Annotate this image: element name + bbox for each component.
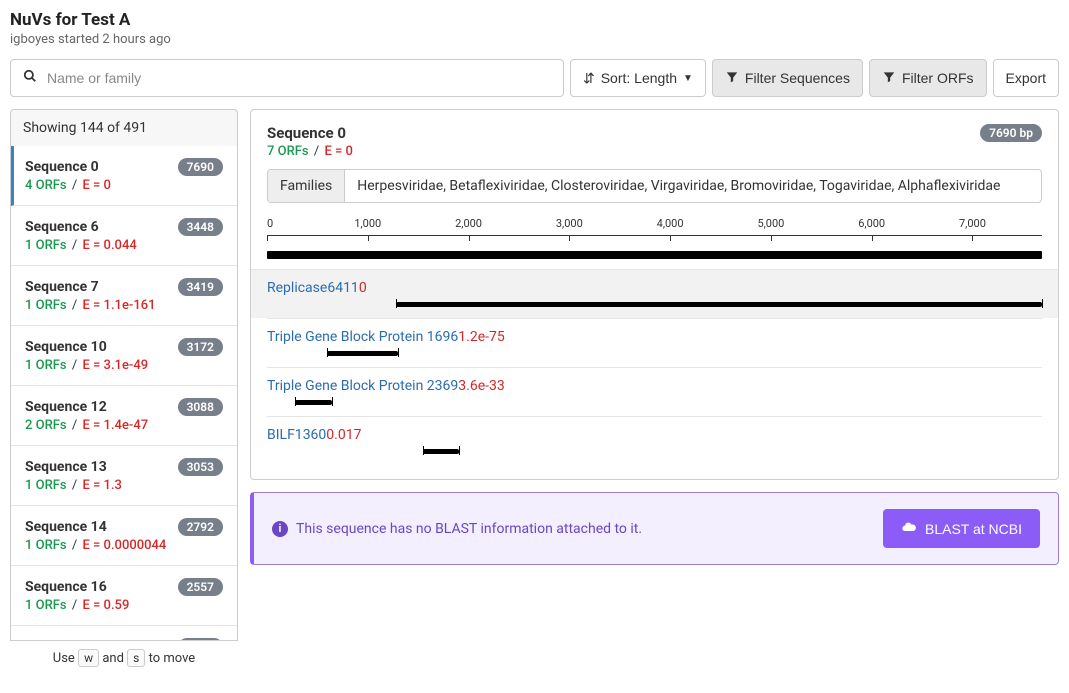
list-item[interactable]: Sequence 12 3088 2 ORFs / E = 1.4e-47 xyxy=(11,386,237,446)
families-value: Herpesviridae, Betaflexiviridae, Closter… xyxy=(345,170,1041,202)
chevron-down-icon: ▼ xyxy=(683,73,693,84)
detail-panel: Sequence 0 7 ORFs / E = 0 7690 bp Famili… xyxy=(250,109,1059,480)
seq-length-badge: 3053 xyxy=(178,458,223,476)
seq-name: Sequence 14 xyxy=(25,519,107,535)
cloud-icon xyxy=(901,519,917,538)
search-icon xyxy=(23,69,37,87)
orf-row[interactable]: Triple Gene Block Protein 23693.6e-33 xyxy=(267,367,1042,416)
seq-length-badge: 3419 xyxy=(178,278,223,296)
orf-row[interactable]: Replicase64110 xyxy=(251,269,1058,318)
orf-row[interactable]: BILF13600.017 xyxy=(267,416,1042,465)
page-header: NuVs for Test A igboyes started 2 hours … xyxy=(10,10,1059,47)
seq-meta: 4 ORFs / E = 0 xyxy=(25,178,223,193)
orf-track xyxy=(267,300,1042,312)
seq-name: Sequence 13 xyxy=(25,459,107,475)
ruler: 01,0002,0003,0004,0005,0006,0007,000 xyxy=(267,217,1042,247)
list-item[interactable]: Sequence 13 3053 1 ORFs / E = 1.3 xyxy=(11,446,237,506)
orf-label: BILF13600.017 xyxy=(267,427,1042,443)
seq-name: Sequence 16 xyxy=(25,579,107,595)
seq-name: Sequence 7 xyxy=(25,279,99,295)
seq-length-badge: 7690 xyxy=(178,158,223,176)
search-input[interactable] xyxy=(47,70,551,86)
list-count: Showing 144 of 491 xyxy=(10,109,238,146)
seq-meta: 1 ORFs / E = 0.044 xyxy=(25,238,223,253)
seq-name: Sequence 0 xyxy=(25,159,99,175)
orf-track xyxy=(267,447,1042,459)
seq-name: Sequence 10 xyxy=(25,339,107,355)
list-item[interactable]: Sequence 14 2792 1 ORFs / E = 0.0000044 xyxy=(11,506,237,566)
detail-title: Sequence 0 xyxy=(267,124,353,142)
seq-name: Sequence 12 xyxy=(25,399,107,415)
export-button[interactable]: Export xyxy=(993,59,1059,97)
seq-name: Sequence 18 xyxy=(25,639,107,641)
families-row: Families Herpesviridae, Betaflexiviridae… xyxy=(267,169,1042,203)
seq-length-badge: 3448 xyxy=(178,218,223,236)
toolbar: ⇵ Sort: Length ▼ Filter Sequences Filter… xyxy=(10,59,1059,97)
sort-icon: ⇵ xyxy=(583,70,595,87)
seq-length-badge: 3172 xyxy=(178,338,223,356)
seq-meta: 1 ORFs / E = 1.3 xyxy=(25,478,223,493)
filter-orfs-button[interactable]: Filter ORFs xyxy=(869,59,987,97)
page-title: NuVs for Test A xyxy=(10,10,1059,30)
orf-track xyxy=(267,398,1042,410)
sort-button[interactable]: ⇵ Sort: Length ▼ xyxy=(570,59,706,97)
families-label: Families xyxy=(268,170,345,202)
filter-sequences-button[interactable]: Filter Sequences xyxy=(712,59,863,97)
blast-button[interactable]: BLAST at NCBI xyxy=(883,509,1040,548)
orf-label: Replicase64110 xyxy=(267,280,1042,296)
sequence-bar xyxy=(267,251,1042,259)
list-item[interactable]: Sequence 7 3419 1 ORFs / E = 1.1e-161 xyxy=(11,266,237,326)
sequence-list[interactable]: Sequence 0 7690 4 ORFs / E = 0 Sequence 6 34… xyxy=(10,146,238,641)
funnel-icon xyxy=(725,70,739,87)
orf-label: Triple Gene Block Protein 23693.6e-33 xyxy=(267,378,1042,394)
list-item[interactable]: Sequence 0 7690 4 ORFs / E = 0 xyxy=(11,146,237,206)
detail-meta: 7 ORFs / E = 0 xyxy=(267,144,353,159)
sidebar: Showing 144 of 491 Sequence 0 7690 4 ORFs … xyxy=(10,109,238,666)
seq-name: Sequence 6 xyxy=(25,219,99,235)
funnel-icon xyxy=(882,70,896,87)
seq-meta: 1 ORFs / E = 3.1e-49 xyxy=(25,358,223,373)
blast-message: i This sequence has no BLAST information… xyxy=(272,521,642,537)
orf-track xyxy=(267,349,1042,361)
key-w: w xyxy=(78,649,99,667)
seq-meta: 1 ORFs / E = 0.59 xyxy=(25,598,223,613)
seq-length-badge: 3088 xyxy=(178,398,223,416)
orf-row[interactable]: Triple Gene Block Protein 16961.2e-75 xyxy=(267,318,1042,367)
seq-meta: 1 ORFs / E = 0.0000044 xyxy=(25,538,223,553)
list-item[interactable]: Sequence 16 2557 1 ORFs / E = 0.59 xyxy=(11,566,237,626)
seq-length-badge: 2792 xyxy=(178,518,223,536)
list-item[interactable]: Sequence 6 3448 1 ORFs / E = 0.044 xyxy=(11,206,237,266)
seq-meta: 1 ORFs / E = 1.1e-161 xyxy=(25,298,223,313)
blast-panel: i This sequence has no BLAST information… xyxy=(250,492,1059,565)
seq-length-badge: 2508 xyxy=(178,638,223,641)
list-item[interactable]: Sequence 10 3172 1 ORFs / E = 3.1e-49 xyxy=(11,326,237,386)
orf-label: Triple Gene Block Protein 16961.2e-75 xyxy=(267,329,1042,345)
orf-list: Replicase64110 Triple Gene Block Protein … xyxy=(267,269,1042,465)
seq-length-badge: 2557 xyxy=(178,578,223,596)
list-item[interactable]: Sequence 18 2508 xyxy=(11,626,237,641)
keyboard-hint: Use w and s to move xyxy=(10,651,238,666)
info-icon: i xyxy=(272,521,288,537)
seq-meta: 2 ORFs / E = 1.4e-47 xyxy=(25,418,223,433)
length-badge: 7690 bp xyxy=(980,124,1042,142)
key-s: s xyxy=(127,649,145,667)
main-panel: Sequence 0 7 ORFs / E = 0 7690 bp Famili… xyxy=(250,109,1059,666)
page-subtitle: igboyes started 2 hours ago xyxy=(10,32,1059,47)
search-box[interactable] xyxy=(10,59,564,97)
